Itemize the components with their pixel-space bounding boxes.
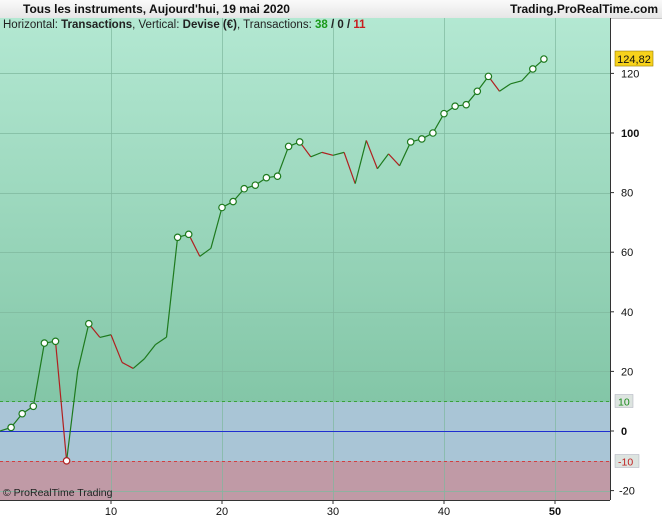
data-point: [284, 142, 293, 151]
y-tick-label: 100: [621, 128, 639, 140]
losing-count: 11: [353, 19, 366, 31]
neutral-count: 0: [337, 19, 344, 31]
y-tick-label: 20: [621, 366, 633, 378]
y-tick-label: -20: [619, 486, 635, 498]
vertical-label: Vertical:: [138, 19, 180, 31]
data-point: [451, 102, 459, 110]
horizontal-label: Horizontal:: [3, 19, 58, 31]
data-point: [173, 233, 182, 242]
data-point: [229, 197, 237, 206]
horizontal-value: Transactions: [61, 19, 133, 31]
data-point: [406, 138, 415, 146]
data-point: [85, 319, 93, 328]
data-point: [462, 100, 471, 109]
count-separator: /: [330, 19, 335, 31]
y-tick-label: 120: [621, 68, 639, 80]
data-point: [429, 129, 437, 137]
data-point: [540, 55, 548, 63]
data-point: [240, 184, 249, 193]
copyright: © ProRealTime Trading: [3, 487, 113, 499]
info-bar: Horizontal: Transactions, Vertical: Devi…: [3, 19, 366, 31]
data-point: [18, 409, 27, 418]
data-point: [484, 72, 493, 81]
y-tick-label: 0: [621, 426, 627, 438]
count-separator: /: [347, 19, 351, 31]
data-point: [295, 138, 304, 146]
equity-chart: -20 0 20 40 60 80 100 120 10 20 30 40 50 10 -10 124,…: [0, 18, 654, 518]
y-axis: -20 0 20 40 60 80 100 120: [610, 68, 639, 498]
x-tick-label: 30: [327, 506, 339, 518]
last-value-badge: 124,82: [614, 50, 654, 67]
data-point: [51, 337, 60, 346]
data-point: [273, 172, 282, 181]
data-point: [40, 339, 49, 347]
total-count: 38: [314, 19, 328, 31]
data-point: [62, 456, 71, 465]
data-point: [251, 181, 260, 189]
vertical-value: Devise (€): [182, 19, 237, 31]
data-point: [473, 87, 482, 96]
y-tick-label: 40: [621, 307, 633, 319]
data-point: [528, 65, 537, 73]
x-axis: 10 20 30 40 50: [105, 500, 561, 518]
data-point: [262, 173, 271, 182]
x-tick-label: 10: [105, 506, 117, 518]
positive-zone: [0, 18, 610, 402]
last-value: 124,82: [617, 54, 651, 66]
x-tick-label: 20: [216, 506, 228, 518]
data-point: [440, 109, 448, 118]
transactions-label: Transactions:: [243, 19, 312, 31]
x-tick-label: 40: [438, 506, 450, 518]
reference-label: -10: [618, 457, 633, 469]
y-tick-label: 60: [621, 247, 633, 259]
data-point: [218, 203, 226, 212]
data-point: [417, 135, 426, 143]
data-point: [7, 423, 15, 432]
y-tick-label: 80: [621, 188, 633, 200]
data-point: [29, 402, 38, 411]
data-point: [184, 230, 193, 239]
x-tick-label: 50: [549, 506, 561, 518]
reference-label: 10: [618, 397, 630, 409]
